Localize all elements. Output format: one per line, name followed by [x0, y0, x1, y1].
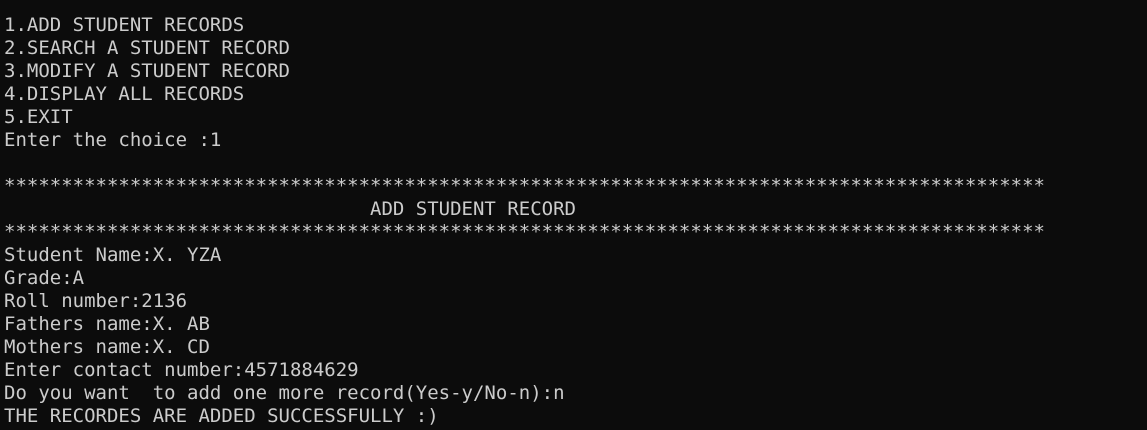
more-record-value: n	[553, 382, 565, 404]
stars-divider-top: ****************************************…	[4, 175, 1045, 197]
field-label: Mothers name:	[4, 336, 153, 358]
field-label: Enter contact number:	[4, 359, 245, 381]
field-label: Roll number:	[4, 290, 142, 312]
terminal-window[interactable]: 1.ADD STUDENT RECORDS 2.SEARCH A STUDENT…	[0, 0, 1147, 430]
field-value: X. CD	[152, 336, 210, 358]
field-value: 4571884629	[244, 359, 359, 381]
choice-input-value: 1	[209, 129, 222, 151]
menu-item-modify: 3.MODIFY A STUDENT RECORD	[4, 60, 290, 82]
menu-item-display: 4.DISPLAY ALL RECORDS	[4, 83, 245, 105]
field-label: Fathers name:	[4, 313, 153, 335]
field-mothers-name: Mothers name:X. CD	[4, 336, 1147, 359]
field-value: X. YZA	[152, 244, 222, 266]
choice-line: Enter the choice :1	[4, 129, 1147, 152]
field-label: Grade:	[4, 267, 73, 289]
field-label: Student Name:	[4, 244, 153, 266]
menu-item-add: 1.ADD STUDENT RECORDS	[4, 14, 245, 36]
field-value: X. AB	[152, 313, 210, 335]
field-value: A	[72, 267, 85, 289]
more-record-prompt: Do you want to add one more record(Yes-y…	[4, 382, 554, 404]
field-contact-number: Enter contact number:4571884629	[4, 359, 1147, 382]
field-value: 2136	[141, 290, 188, 312]
field-fathers-name: Fathers name:X. AB	[4, 313, 1147, 336]
field-roll-number: Roll number:2136	[4, 290, 1147, 313]
menu-item-search: 2.SEARCH A STUDENT RECORD	[4, 37, 290, 59]
more-record-line: Do you want to add one more record(Yes-y…	[4, 382, 1147, 405]
choice-prompt: Enter the choice :	[4, 129, 210, 151]
menu-item-exit: 5.EXIT	[4, 106, 73, 128]
section-title: ADD STUDENT RECORD	[4, 198, 576, 220]
field-grade: Grade:A	[4, 267, 1147, 290]
field-student-name: Student Name:X. YZA	[4, 244, 1147, 267]
stars-divider-bottom: ****************************************…	[4, 221, 1045, 243]
success-message: THE RECORDES ARE ADDED SUCCESSFULLY :)	[4, 405, 439, 427]
